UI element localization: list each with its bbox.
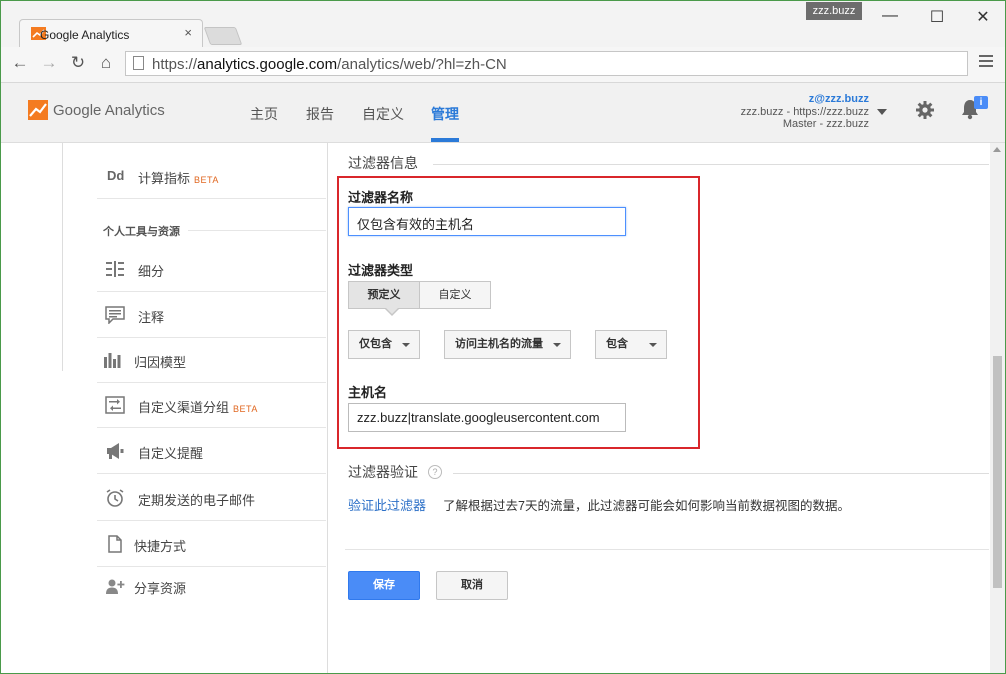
sidebar-item-custom-alerts[interactable]: 自定义提醒 xyxy=(97,429,326,474)
tab-custom[interactable]: 自定义 xyxy=(419,281,491,309)
traffic-source-select[interactable]: 访问主机名的流量 xyxy=(444,330,571,359)
sidebar-item-label: 自定义渠道分组 BETA xyxy=(138,400,258,415)
account-property[interactable]: zzz.buzz - https://zzz.buzz xyxy=(741,106,869,118)
ga-header: Google Analytics 主页 报告 自定义 管理 z@zzz.buzz… xyxy=(1,83,1005,143)
hostname-input[interactable]: zzz.buzz|translate.googleusercontent.com xyxy=(348,403,626,432)
forward-icon[interactable]: → xyxy=(39,53,59,73)
sidebar-item-attribution-models[interactable]: 归因模型 xyxy=(97,338,326,383)
save-button[interactable]: 保存 xyxy=(348,571,420,600)
minimize-icon[interactable]: — xyxy=(878,7,902,25)
form-footer-divider xyxy=(345,549,989,550)
sidebar-item-label: 注释 xyxy=(138,310,165,325)
filter-name-label: 过滤器名称 xyxy=(348,190,414,205)
tab-predefined[interactable]: 预定义 xyxy=(348,281,420,309)
sidebar-item-label: 分享资源 xyxy=(134,581,187,596)
tab-close-icon[interactable]: × xyxy=(184,25,192,40)
notification-badge: i xyxy=(974,96,988,109)
filter-info-heading: 过滤器信息 xyxy=(348,155,418,171)
title-bar: Google Analytics × zzz.buzz — ☐ ✕ xyxy=(1,1,1005,47)
sidebar-item-annotations[interactable]: 注释 xyxy=(97,293,326,338)
segments-icon xyxy=(106,261,124,277)
alerts-icon xyxy=(107,443,124,459)
account-email[interactable]: z@zzz.buzz xyxy=(809,93,869,105)
sidebar-item-channel-grouping[interactable]: 自定义渠道分组 BETA xyxy=(97,383,326,428)
scroll-up-icon[interactable] xyxy=(993,147,1001,152)
browser-window: Google Analytics × zzz.buzz — ☐ ✕ ← → ↻ … xyxy=(0,0,1006,674)
verify-filter-link[interactable]: 验证此过滤器 xyxy=(348,495,426,514)
attribution-icon xyxy=(104,353,121,368)
annotations-icon xyxy=(105,306,125,324)
nav-admin[interactable]: 管理 xyxy=(431,104,459,124)
sidebar-item-label: 自定义提醒 xyxy=(138,446,204,461)
sidebar-item-share-assets[interactable]: 分享资源 xyxy=(97,564,326,608)
brand-name: Google Analytics xyxy=(53,102,165,119)
tab-title: Google Analytics xyxy=(40,28,130,42)
scheduled-email-icon xyxy=(106,489,124,507)
cancel-button[interactable]: 取消 xyxy=(436,571,508,600)
sidebar-item-label: 细分 xyxy=(138,264,165,279)
heading-divider xyxy=(433,164,989,165)
sidebar-item-scheduled-emails[interactable]: 定期发送的电子邮件 xyxy=(97,476,326,521)
verification-divider xyxy=(453,473,989,474)
url-text: https://analytics.google.com/analytics/w… xyxy=(152,56,507,73)
selected-tab-pointer-fill xyxy=(385,307,399,314)
sidebar-divider xyxy=(327,143,328,673)
analytics-logo-icon xyxy=(28,100,48,120)
chevron-down-icon xyxy=(553,343,561,347)
profile-badge[interactable]: zzz.buzz xyxy=(806,2,862,20)
sidebar-item-label: 归因模型 xyxy=(134,355,187,370)
address-toolbar: ← → ↻ ⌂ https://analytics.google.com/ana… xyxy=(1,47,1005,83)
reload-icon[interactable]: ↻ xyxy=(68,53,88,73)
filter-verification-heading: 过滤器验证 xyxy=(348,464,418,480)
nav-customization[interactable]: 自定义 xyxy=(362,104,404,124)
close-window-icon[interactable]: ✕ xyxy=(971,7,995,26)
filter-name-input[interactable]: 仅包含有效的主机名 xyxy=(348,207,626,236)
help-icon[interactable]: ? xyxy=(428,465,442,479)
section-divider xyxy=(188,230,326,231)
channel-grouping-icon xyxy=(105,396,125,414)
browser-tab[interactable]: Google Analytics × xyxy=(19,19,203,47)
browser-menu-icon[interactable] xyxy=(979,55,993,70)
page-icon xyxy=(133,56,144,70)
url-bar[interactable]: https://analytics.google.com/analytics/w… xyxy=(125,51,968,76)
sidebar-item-label: 计算指标 BETA xyxy=(138,171,219,186)
scrollbar-thumb[interactable] xyxy=(993,356,1002,588)
sidebar-rail xyxy=(62,143,63,371)
sidebar-item-label: 定期发送的电子邮件 xyxy=(138,493,256,508)
expression-select[interactable]: 包含 xyxy=(595,330,667,359)
share-assets-icon xyxy=(106,579,125,594)
calculated-metrics-icon: Dd xyxy=(107,168,125,183)
back-icon[interactable]: ← xyxy=(10,53,30,73)
sidebar-item-shortcuts[interactable]: 快捷方式 xyxy=(97,522,326,567)
new-tab-button[interactable] xyxy=(203,27,243,45)
maximize-icon[interactable]: ☐ xyxy=(925,7,949,26)
chevron-down-icon xyxy=(402,343,410,347)
nav-active-indicator xyxy=(431,138,459,142)
nav-reports[interactable]: 报告 xyxy=(306,104,334,124)
sidebar-item-calculated-metrics[interactable]: Dd 计算指标 BETA xyxy=(97,154,326,199)
shortcuts-icon xyxy=(108,535,122,553)
gear-icon[interactable] xyxy=(915,100,935,120)
nav-home[interactable]: 主页 xyxy=(250,104,278,124)
filter-type-label: 过滤器类型 xyxy=(348,263,414,278)
account-dropdown-icon[interactable] xyxy=(877,109,887,115)
sidebar-item-label: 快捷方式 xyxy=(134,539,187,554)
include-exclude-select[interactable]: 仅包含 xyxy=(348,330,420,359)
home-icon[interactable]: ⌂ xyxy=(96,53,116,73)
sidebar-item-segments[interactable]: 细分 xyxy=(97,247,326,292)
account-view[interactable]: Master - zzz.buzz xyxy=(783,118,869,130)
verify-description: 了解根据过去7天的流量，此过滤器可能会如何影响当前数据视图的数据。 xyxy=(443,499,850,513)
sidebar-section-title: 个人工具与资源 xyxy=(103,226,180,238)
hostname-label: 主机名 xyxy=(348,385,388,400)
chevron-down-icon xyxy=(649,343,657,347)
